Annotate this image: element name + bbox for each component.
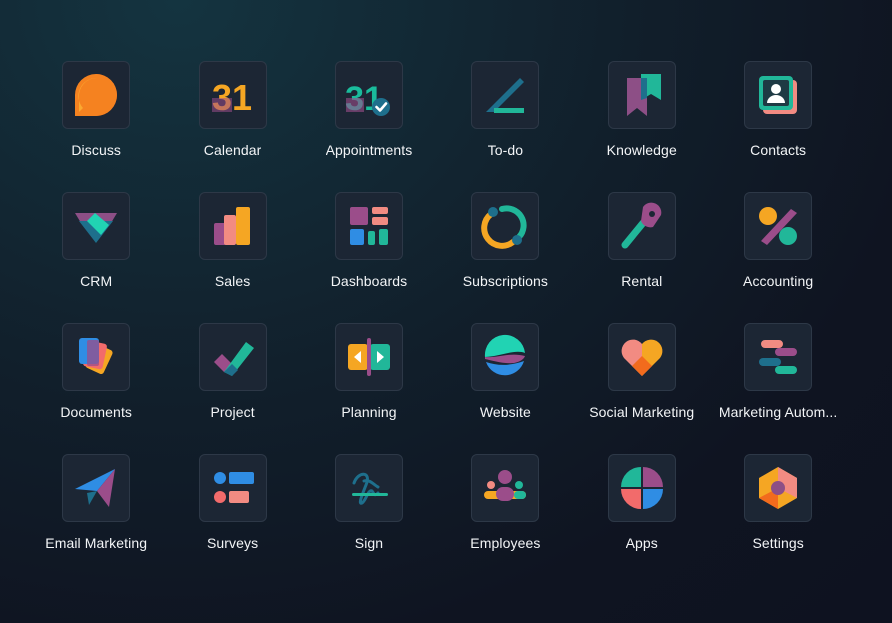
app-label: Surveys xyxy=(206,535,259,551)
app-tile[interactable] xyxy=(744,192,813,260)
app-dashboards[interactable]: Dashboards xyxy=(301,192,437,323)
app-contacts[interactable]: Contacts xyxy=(710,61,846,192)
app-label: Website xyxy=(479,404,531,420)
app-calendar[interactable]: 31 Calendar xyxy=(164,61,300,192)
discuss-icon xyxy=(75,74,118,116)
app-label: Marketing Autom... xyxy=(718,404,838,420)
app-accounting[interactable]: Accounting xyxy=(710,192,846,323)
app-tile[interactable] xyxy=(62,323,131,391)
app-tile[interactable] xyxy=(744,61,813,129)
app-tile[interactable] xyxy=(62,454,131,522)
app-tile[interactable] xyxy=(607,192,676,260)
subscriptions-icon xyxy=(481,205,527,249)
app-grid: Discuss 31 Calendar 31 Appointments xyxy=(28,61,846,585)
calendar-icon: 31 xyxy=(212,77,252,118)
app-label: Appointments xyxy=(325,142,413,158)
app-tile[interactable] xyxy=(607,454,676,522)
app-marketing-automation[interactable]: Marketing Autom... xyxy=(710,323,846,454)
app-label: Knowledge xyxy=(606,142,677,158)
app-todo[interactable]: To-do xyxy=(437,61,573,192)
app-sign[interactable]: Sign xyxy=(301,454,437,585)
app-social-marketing[interactable]: Social Marketing xyxy=(574,323,710,454)
app-tile[interactable] xyxy=(334,323,403,391)
app-tile[interactable] xyxy=(62,61,131,129)
settings-icon xyxy=(759,467,798,509)
app-label: Sales xyxy=(214,273,251,289)
marketing-automation-icon xyxy=(759,340,798,374)
app-tile[interactable] xyxy=(198,192,267,260)
sign-icon xyxy=(351,472,388,505)
app-apps[interactable]: Apps xyxy=(574,454,710,585)
app-label: Discuss xyxy=(71,142,122,158)
app-surveys[interactable]: Surveys xyxy=(164,454,300,585)
app-tile[interactable] xyxy=(198,454,267,522)
app-tile[interactable] xyxy=(198,323,267,391)
app-label: Social Marketing xyxy=(589,404,695,420)
app-appointments[interactable]: 31 Appointments xyxy=(301,61,437,192)
app-documents[interactable]: Documents xyxy=(28,323,164,454)
app-crm[interactable]: CRM xyxy=(28,192,164,323)
documents-icon xyxy=(79,338,113,375)
email-marketing-icon xyxy=(75,469,116,507)
surveys-icon xyxy=(213,472,254,503)
app-employees[interactable]: Employees xyxy=(437,454,573,585)
app-label: Apps xyxy=(625,535,658,551)
website-icon xyxy=(485,334,526,376)
rental-icon xyxy=(621,202,662,249)
project-icon xyxy=(213,342,254,376)
appointments-icon: 31 xyxy=(345,80,390,118)
app-label: Contacts xyxy=(750,142,807,158)
social-marketing-icon xyxy=(621,339,663,376)
employees-icon xyxy=(484,470,527,501)
crm-icon xyxy=(75,213,118,243)
dashboards-icon xyxy=(349,207,388,245)
app-tile[interactable]: 31 xyxy=(334,61,403,129)
app-tile[interactable] xyxy=(471,323,540,391)
app-sales[interactable]: Sales xyxy=(164,192,300,323)
app-tile[interactable] xyxy=(471,192,540,260)
app-label: Calendar xyxy=(203,142,262,158)
app-planning[interactable]: Planning xyxy=(301,323,437,454)
apps-icon xyxy=(620,467,663,509)
app-subscriptions[interactable]: Subscriptions xyxy=(437,192,573,323)
contacts-icon xyxy=(759,76,798,114)
app-tile[interactable] xyxy=(607,323,676,391)
app-tile[interactable] xyxy=(471,454,540,522)
sales-icon xyxy=(213,207,250,245)
app-knowledge[interactable]: Knowledge xyxy=(574,61,710,192)
app-label: Accounting xyxy=(743,273,814,289)
app-tile[interactable] xyxy=(334,192,403,260)
app-label: Dashboards xyxy=(330,273,408,289)
app-email-marketing[interactable]: Email Marketing xyxy=(28,454,164,585)
app-rental[interactable]: Rental xyxy=(574,192,710,323)
app-label: Sign xyxy=(354,535,384,551)
app-label: Settings xyxy=(752,535,804,551)
app-label: Planning xyxy=(341,404,397,420)
app-label: Subscriptions xyxy=(462,273,549,289)
app-label: Documents xyxy=(60,404,133,420)
planning-icon xyxy=(347,338,390,376)
app-label: Rental xyxy=(621,273,663,289)
app-tile[interactable]: 31 xyxy=(198,61,267,129)
app-settings[interactable]: Settings xyxy=(710,454,846,585)
app-label: Email Marketing xyxy=(45,535,148,551)
app-label: Employees xyxy=(470,535,541,551)
app-tile[interactable] xyxy=(744,454,813,522)
app-tile[interactable] xyxy=(744,323,813,391)
app-project[interactable]: Project xyxy=(164,323,300,454)
knowledge-icon xyxy=(626,74,661,116)
accounting-icon xyxy=(759,207,798,245)
app-tile[interactable] xyxy=(471,61,540,129)
app-label: To-do xyxy=(487,142,524,158)
app-tile[interactable] xyxy=(607,61,676,129)
app-label: CRM xyxy=(80,273,113,289)
app-tile[interactable] xyxy=(62,192,131,260)
app-website[interactable]: Website xyxy=(437,323,573,454)
app-discuss[interactable]: Discuss xyxy=(28,61,164,192)
todo-icon xyxy=(486,78,525,113)
app-tile[interactable] xyxy=(334,454,403,522)
app-label: Project xyxy=(210,404,255,420)
